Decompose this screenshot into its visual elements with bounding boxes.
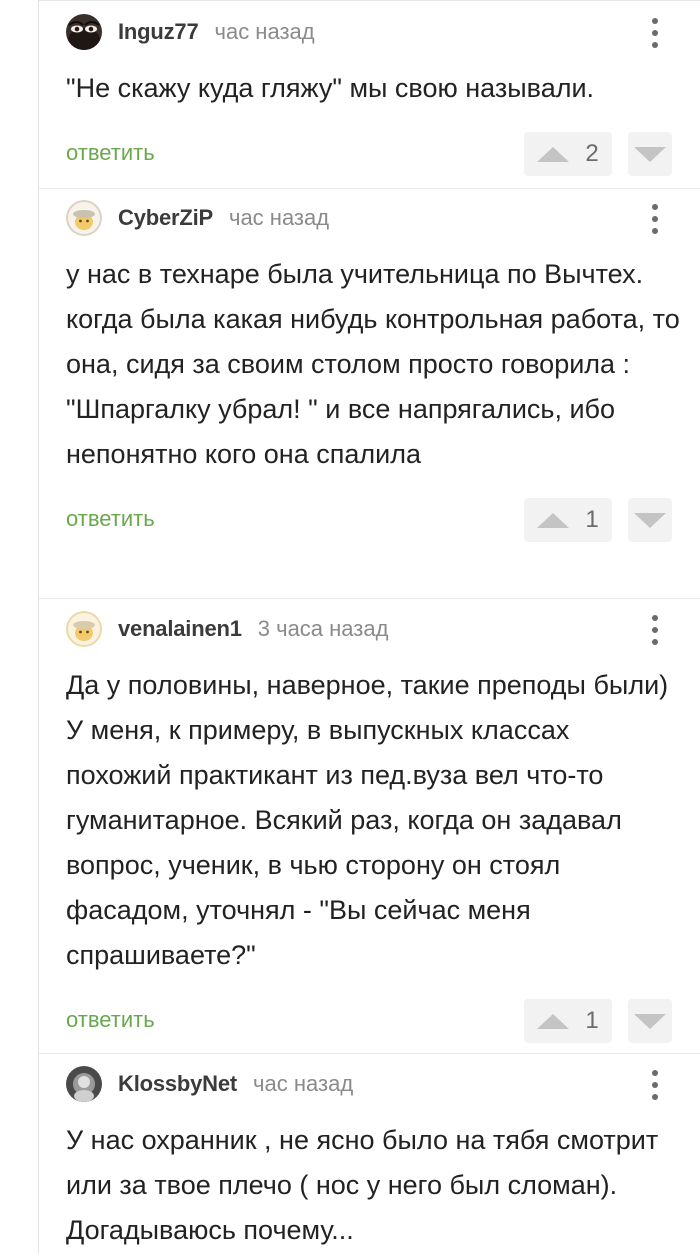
upvote-button[interactable]: 1 bbox=[524, 498, 612, 542]
downvote-button[interactable] bbox=[628, 498, 672, 542]
username[interactable]: KlossbyNet bbox=[118, 1071, 237, 1097]
comment-divider bbox=[38, 188, 700, 189]
comment-header: CyberZiP час назад bbox=[66, 200, 700, 236]
rating-count: 2 bbox=[585, 140, 599, 167]
comment-text: Да у половины, наверное, такие преподы б… bbox=[66, 670, 669, 970]
reply-link[interactable]: ответить bbox=[66, 1007, 155, 1033]
arrow-down-icon bbox=[634, 1013, 666, 1029]
comment-actions: ответить 2 bbox=[66, 132, 700, 176]
rating-count: 1 bbox=[585, 1007, 599, 1034]
arrow-down-icon bbox=[634, 146, 666, 162]
more-options-icon[interactable] bbox=[650, 615, 660, 645]
username[interactable]: CyberZiP bbox=[118, 205, 213, 231]
default-peekaboo-avatar-icon[interactable] bbox=[66, 611, 102, 647]
comment-time: час назад bbox=[228, 205, 330, 230]
comment: KlossbyNet час назад У нас охранник , не… bbox=[66, 1066, 700, 1253]
comment-time: час назад bbox=[214, 19, 315, 44]
default-peekaboo-avatar-icon[interactable] bbox=[66, 200, 102, 236]
comment-header: KlossbyNet час назад bbox=[66, 1066, 700, 1102]
comment: CyberZiP час назад у нас в технаре была … bbox=[66, 200, 700, 542]
comment-time: 3 часа назад bbox=[257, 616, 389, 641]
more-options-icon[interactable] bbox=[650, 204, 660, 234]
comment-divider bbox=[38, 598, 700, 599]
comment-actions: ответить 1 bbox=[66, 999, 700, 1043]
comment-divider bbox=[38, 1053, 700, 1054]
upvote-button[interactable]: 1 bbox=[524, 999, 612, 1043]
arrow-up-icon bbox=[537, 146, 570, 162]
comment-actions: ответить 1 bbox=[66, 498, 700, 542]
comment-text: "Не скажу куда гляжу" мы свою называли. bbox=[66, 73, 595, 103]
top-divider bbox=[38, 0, 700, 1]
comment-time: час назад bbox=[253, 1071, 354, 1096]
comment: Inguz77 час назад "Не скажу куда гляжу" … bbox=[66, 14, 700, 176]
reply-link[interactable]: ответить bbox=[66, 140, 155, 166]
arrow-up-icon bbox=[537, 512, 570, 528]
more-options-icon[interactable] bbox=[650, 18, 660, 48]
arrow-up-icon bbox=[537, 1013, 570, 1029]
comment-header: Inguz77 час назад bbox=[66, 14, 700, 50]
comment-text: У нас охранник , не ясно было на тябя см… bbox=[66, 1125, 659, 1245]
comment: venalainen1 3 часа назад Да у половины, … bbox=[66, 611, 700, 1043]
gray-portrait-avatar-icon[interactable] bbox=[66, 1066, 102, 1102]
more-options-icon[interactable] bbox=[650, 1070, 660, 1100]
rating-count: 1 bbox=[585, 506, 599, 533]
downvote-button[interactable] bbox=[628, 999, 672, 1043]
arrow-down-icon bbox=[634, 512, 666, 528]
reply-link[interactable]: ответить bbox=[66, 506, 155, 532]
dark-eyes-avatar-icon[interactable] bbox=[66, 14, 102, 50]
username[interactable]: Inguz77 bbox=[118, 19, 199, 45]
downvote-button[interactable] bbox=[628, 132, 672, 176]
comment-header: venalainen1 3 часа назад bbox=[66, 611, 700, 647]
upvote-button[interactable]: 2 bbox=[524, 132, 612, 176]
username[interactable]: venalainen1 bbox=[118, 616, 242, 642]
comment-text: у нас в технаре была учительница по Вычт… bbox=[66, 259, 680, 469]
